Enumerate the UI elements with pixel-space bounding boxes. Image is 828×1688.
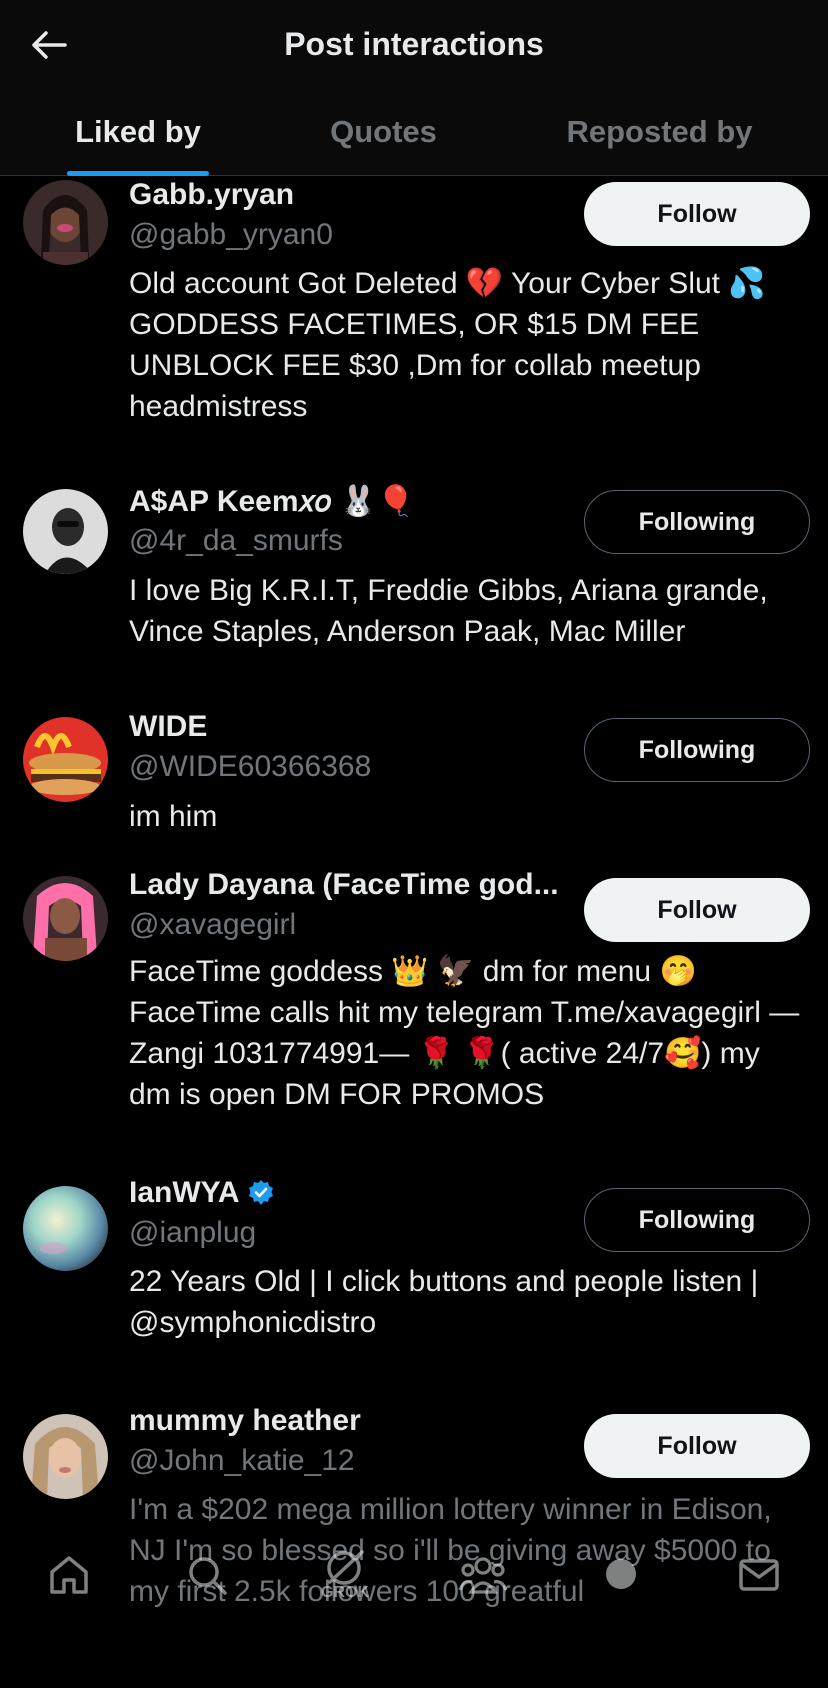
avatar[interactable] bbox=[23, 489, 108, 574]
follow-button[interactable]: Follow bbox=[584, 182, 810, 246]
grok-icon bbox=[327, 1550, 364, 1585]
avatar-image bbox=[23, 489, 108, 574]
search-icon bbox=[189, 1557, 227, 1595]
page-title: Post interactions bbox=[284, 25, 544, 62]
back-arrow-icon bbox=[32, 31, 67, 59]
user-handle: @John_katie_12 bbox=[129, 1444, 355, 1477]
tab-label: Liked by bbox=[75, 113, 201, 149]
following-button[interactable]: Following bbox=[584, 1188, 810, 1252]
avatar[interactable] bbox=[23, 876, 108, 961]
user-name-text: IanWYA bbox=[129, 1176, 240, 1209]
tab-label: Quotes bbox=[330, 113, 437, 149]
avatar-image bbox=[23, 876, 108, 961]
follow-button[interactable]: Follow bbox=[584, 1414, 810, 1478]
avatar-image bbox=[23, 1414, 108, 1499]
user-handle: @gabb_yryan0 bbox=[129, 218, 333, 251]
nav-messages[interactable] bbox=[729, 1545, 789, 1605]
user-bio: im him bbox=[129, 800, 218, 833]
avatar-image bbox=[23, 1186, 108, 1271]
nav-communities[interactable] bbox=[453, 1545, 513, 1605]
follow-button[interactable]: Follow bbox=[584, 878, 810, 942]
mail-icon bbox=[739, 1559, 779, 1591]
nav-grok[interactable]: GROK bbox=[315, 1545, 375, 1605]
notifications-icon bbox=[606, 1559, 636, 1589]
user-name[interactable]: WIDE bbox=[129, 710, 207, 744]
avatar-image bbox=[23, 180, 108, 265]
top-bar: Post interactions bbox=[0, 0, 828, 88]
avatar[interactable] bbox=[23, 1414, 108, 1499]
bottom-navigation: GROK bbox=[0, 1530, 828, 1620]
grok-label: GROK bbox=[321, 1584, 369, 1601]
verified-badge-icon bbox=[246, 1178, 276, 1208]
user-row[interactable]: Lady Dayana (FaceTime god... @xavagegirl… bbox=[0, 852, 828, 1162]
user-name[interactable]: Lady Dayana (FaceTime god... bbox=[129, 868, 559, 902]
user-row[interactable]: A$AP Keem𝑥𝑜 🐰🎈 @4r_da_smurfs I love Big … bbox=[0, 466, 828, 694]
user-bio: I love Big K.R.I.T, Freddie Gibbs, Arian… bbox=[129, 574, 768, 648]
user-bio: 22 Years Old | I click buttons and peopl… bbox=[129, 1265, 759, 1339]
communities-icon bbox=[458, 1557, 508, 1594]
nav-search[interactable] bbox=[177, 1545, 237, 1605]
user-bio: FaceTime goddess 👑 🦅 dm for menu 🤭 FaceT… bbox=[129, 955, 800, 1111]
user-row[interactable]: Gabb.yryan @gabb_yryan0 Old account Got … bbox=[0, 176, 828, 466]
user-handle: @WIDE60366368 bbox=[129, 750, 372, 783]
user-bio: Old account Got Deleted 💔 Your Cyber Slu… bbox=[129, 267, 766, 423]
avatar[interactable] bbox=[23, 717, 108, 802]
avatar[interactable] bbox=[23, 1186, 108, 1271]
tab-bar: Liked by Quotes Reposted by bbox=[0, 88, 828, 176]
nav-home[interactable] bbox=[39, 1545, 99, 1605]
user-row[interactable]: WIDE @WIDE60366368 im him Following bbox=[0, 694, 828, 852]
back-button[interactable] bbox=[28, 24, 70, 66]
following-button[interactable]: Following bbox=[584, 490, 810, 554]
user-name[interactable]: IanWYA bbox=[129, 1176, 276, 1210]
user-handle: @ianplug bbox=[129, 1216, 257, 1249]
user-name[interactable]: A$AP Keem𝑥𝑜 🐰🎈 bbox=[129, 484, 414, 519]
user-handle: @4r_da_smurfs bbox=[129, 524, 343, 557]
user-row[interactable]: IanWYA @ianplug 22 Years Old | I click b… bbox=[0, 1162, 828, 1388]
tab-reposted-by[interactable]: Reposted by bbox=[491, 88, 828, 175]
avatar-image bbox=[23, 717, 108, 802]
user-handle: @xavagegirl bbox=[129, 908, 297, 941]
home-icon bbox=[50, 1556, 88, 1594]
following-button[interactable]: Following bbox=[584, 718, 810, 782]
tab-quotes[interactable]: Quotes bbox=[276, 88, 491, 175]
user-name[interactable]: Gabb.yryan bbox=[129, 178, 294, 212]
tab-label: Reposted by bbox=[566, 113, 753, 149]
user-name[interactable]: mummy heather bbox=[129, 1404, 361, 1438]
tab-liked-by[interactable]: Liked by bbox=[0, 88, 276, 176]
nav-notifications[interactable] bbox=[591, 1545, 651, 1605]
avatar[interactable] bbox=[23, 180, 108, 265]
